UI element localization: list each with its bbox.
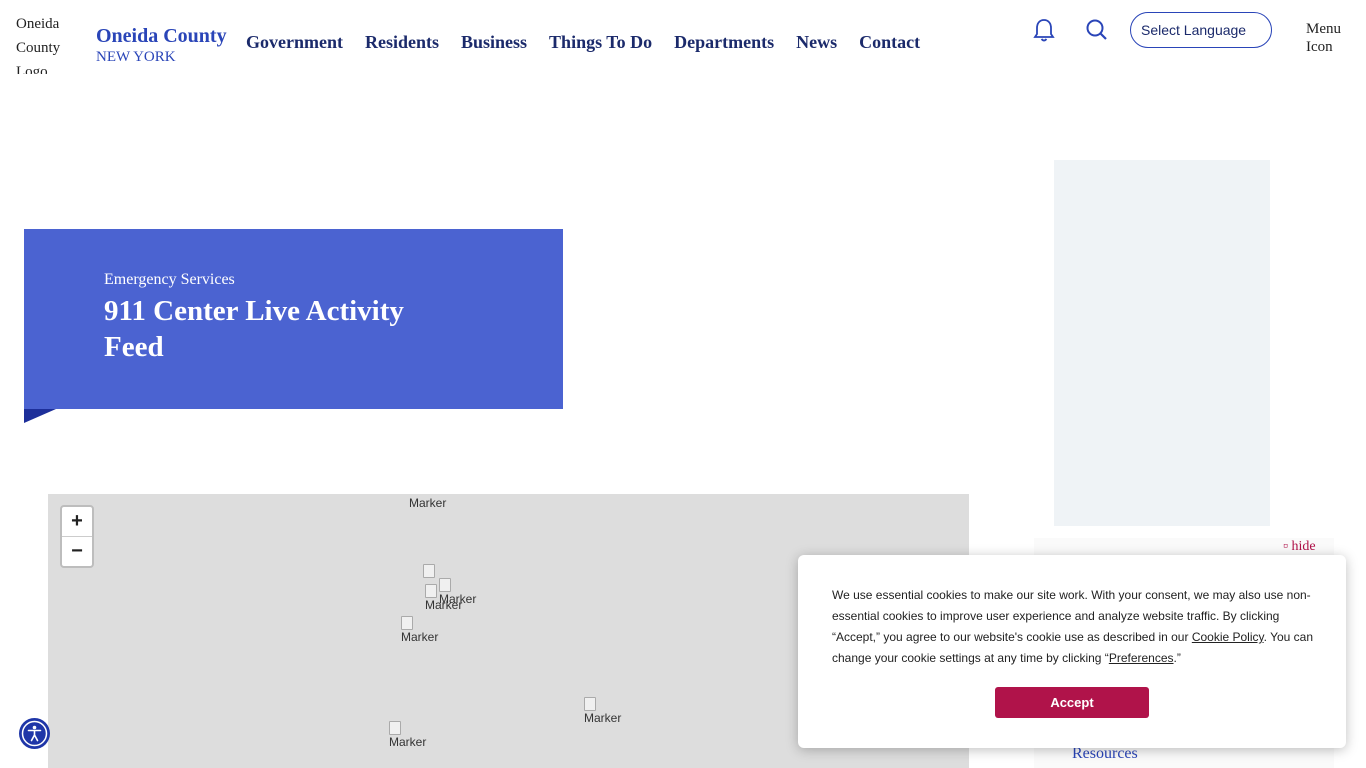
zoom-out-button[interactable]: − <box>62 536 92 566</box>
page-title: 911 Center Live Activity Feed <box>104 295 404 363</box>
cookie-message: We use essential cookies to make our sit… <box>832 588 1314 665</box>
sidebar-panel <box>1054 160 1270 526</box>
brand[interactable]: Oneida County NEW YORK <box>96 24 227 66</box>
hero-kicker: Emergency Services <box>104 271 235 288</box>
accessibility-icon[interactable] <box>19 718 50 749</box>
page-hero: Emergency Services 911 Center Live Activ… <box>24 229 563 409</box>
zoom-in-button[interactable]: + <box>62 507 92 536</box>
broken-image-icon <box>425 584 437 598</box>
county-logo[interactable]: Oneida County Logo <box>16 12 80 74</box>
nav-business[interactable]: Business <box>461 32 527 53</box>
broken-image-icon <box>401 616 413 630</box>
search-icon[interactable] <box>1083 16 1111 44</box>
preferences-link[interactable]: Preferences <box>1109 651 1174 665</box>
map-marker[interactable] <box>423 564 435 578</box>
map-marker[interactable]: Marker <box>401 616 438 644</box>
nav-departments[interactable]: Departments <box>674 32 774 53</box>
map-marker[interactable]: Marker <box>409 496 446 510</box>
broken-image-icon <box>389 721 401 735</box>
cookie-banner: We use essential cookies to make our sit… <box>798 555 1346 748</box>
hero-ribbon-fold <box>24 409 56 423</box>
map-marker[interactable]: Marker <box>425 584 462 612</box>
brand-name[interactable]: Oneida County <box>96 24 227 48</box>
map-marker[interactable]: Marker <box>389 721 426 749</box>
cookie-policy-link[interactable]: Cookie Policy <box>1192 630 1264 644</box>
nav-things-to-do[interactable]: Things To Do <box>549 32 652 53</box>
accept-button[interactable]: Accept <box>995 687 1149 718</box>
broken-image-icon <box>584 697 596 711</box>
nav-residents[interactable]: Residents <box>365 32 439 53</box>
main-nav: Government Residents Business Things To … <box>246 32 920 53</box>
hide-toggle[interactable]: ▫ hide <box>1283 539 1316 555</box>
language-select[interactable]: Select Language <box>1130 12 1272 48</box>
menu-icon[interactable]: Menu Icon <box>1306 20 1366 56</box>
map-marker[interactable]: Marker <box>584 697 621 725</box>
nav-news[interactable]: News <box>796 32 837 53</box>
nav-government[interactable]: Government <box>246 32 343 53</box>
nav-contact[interactable]: Contact <box>859 32 920 53</box>
broken-image-icon <box>423 564 435 578</box>
zoom-control: + − <box>60 505 94 568</box>
brand-subtitle: NEW YORK <box>96 49 176 65</box>
bell-icon[interactable] <box>1030 16 1058 44</box>
